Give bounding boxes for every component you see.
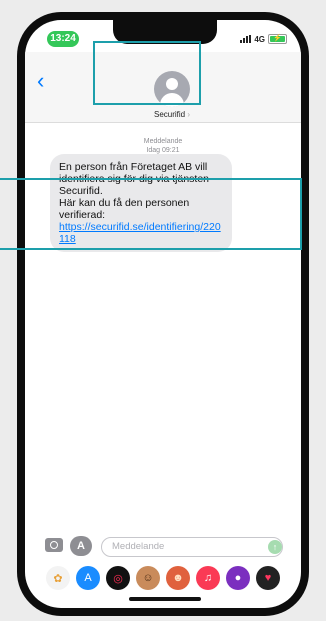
link-highlight-box [0, 178, 302, 250]
arrow-up-icon[interactable]: ↑ [268, 540, 282, 554]
compose-bar: A Meddelande ↑ [25, 530, 301, 564]
activity-app-icon[interactable]: ◎ [106, 566, 130, 590]
message-input[interactable]: Meddelande [101, 537, 283, 557]
photos-app-icon[interactable]: ✿ [46, 566, 70, 590]
camera-icon[interactable] [45, 538, 63, 552]
screen: 13:24 4G ⚡ ‹ Securifid › Meddelande Idag… [25, 20, 301, 608]
network-label: 4G [254, 34, 265, 44]
heart-app-icon[interactable]: ♥ [256, 566, 280, 590]
contact-name[interactable]: Securifid › [125, 110, 219, 119]
app-store-icon[interactable]: A [70, 536, 92, 556]
contact-highlight-box [93, 41, 201, 105]
home-indicator[interactable] [129, 597, 201, 601]
chevron-right-icon: › [187, 110, 191, 119]
music-app-icon[interactable]: ♫ [196, 566, 220, 590]
app-drawer: ✿ A ◎ ☺ ☻ ♫ ● ♥ [25, 566, 301, 594]
signal-icon [240, 35, 252, 43]
message-timestamp: Meddelande Idag 09:21 [143, 138, 183, 154]
status-indicators: 4G ⚡ [240, 32, 287, 46]
battery-icon: ⚡ [268, 34, 287, 44]
status-time: 13:24 [47, 31, 79, 47]
chevron-left-icon[interactable]: ‹ [37, 70, 44, 92]
record-app-icon[interactable]: ● [226, 566, 250, 590]
memoji-app-icon[interactable]: ☺ [136, 566, 160, 590]
appstore-app-icon[interactable]: A [76, 566, 100, 590]
animoji-app-icon[interactable]: ☻ [166, 566, 190, 590]
